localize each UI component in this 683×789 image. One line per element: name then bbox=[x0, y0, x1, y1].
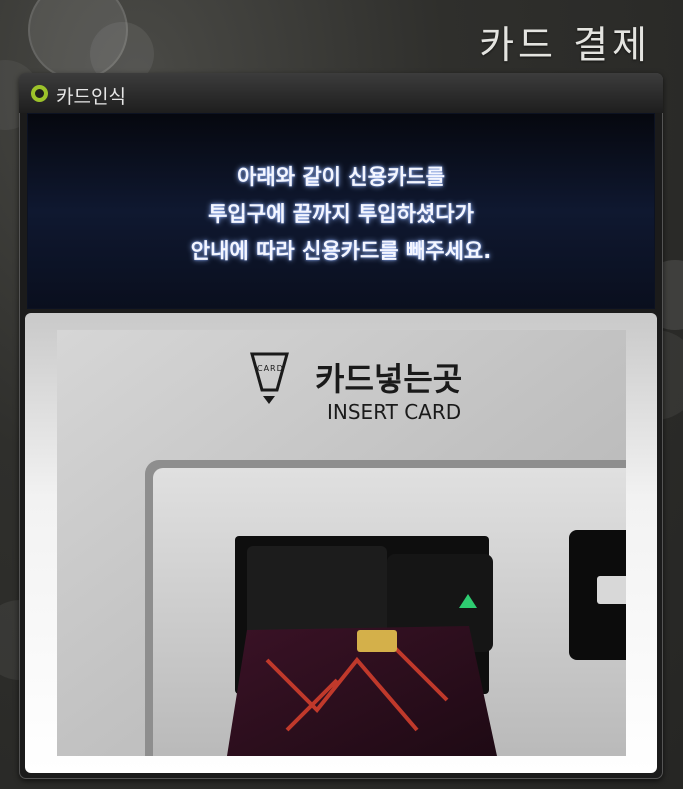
page-title: 카드 결제 bbox=[479, 23, 651, 67]
status-ring-icon bbox=[31, 85, 48, 102]
instruction-box: 아래와 같이 신용카드를 투입구에 끝까지 투입하셨다가 안내에 따라 신용카드… bbox=[27, 113, 655, 309]
insert-card-english-label: INSERT CARD bbox=[327, 400, 462, 424]
panel-header: 카드인식 bbox=[19, 73, 663, 113]
card-logo-text: CARD bbox=[257, 364, 284, 373]
instruction-line-1: 아래와 같이 신용카드를 bbox=[237, 165, 445, 189]
card-insert-illustration: 카드넣는곳 INSERT CARD CARD bbox=[57, 330, 626, 756]
instruction-line-3: 안내에 따라 신용카드를 빼주세요. bbox=[190, 239, 492, 263]
instruction-line-2: 투입구에 끝까지 투입하셨다가 bbox=[208, 202, 474, 226]
card-recognition-panel: 카드인식 아래와 같이 신용카드를 투입구에 끝까지 투입하셨다가 안내에 따라… bbox=[19, 73, 663, 779]
panel-label: 카드인식 bbox=[56, 86, 126, 108]
image-frame: 카드넣는곳 INSERT CARD CARD bbox=[25, 313, 657, 773]
insert-card-korean-label: 카드넣는곳 bbox=[315, 360, 463, 398]
